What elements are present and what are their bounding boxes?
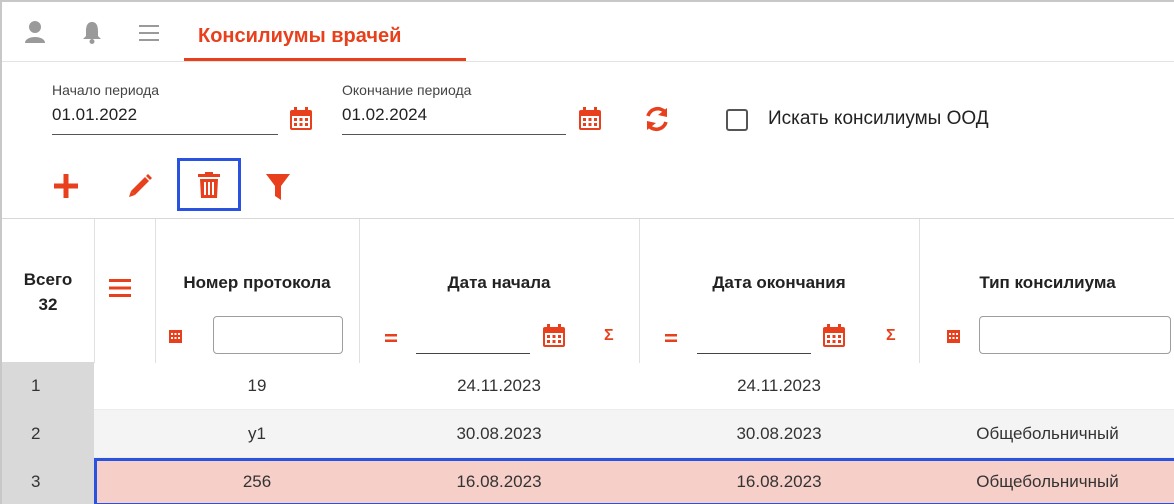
total-count: 32: [38, 295, 58, 314]
period-end-value[interactable]: 01.02.2024: [342, 105, 427, 125]
calendar-icon[interactable]: [578, 107, 602, 136]
cell-end-date: 16.08.2023: [736, 472, 822, 491]
table-row-selected[interactable]: 3 256 16.08.2023 16.08.2023 Общебольничн…: [2, 458, 1174, 504]
equals-operator-icon[interactable]: [385, 330, 397, 348]
tab-doctor-consiliums[interactable]: Консилиумы врачей: [184, 2, 466, 62]
total-counter: Всего 32: [2, 267, 94, 317]
period-end-field[interactable]: Окончание периода 01.02.2024: [342, 82, 566, 137]
filter-icon[interactable]: [266, 174, 290, 205]
add-icon[interactable]: [54, 174, 78, 203]
period-start-label: Начало периода: [52, 82, 160, 98]
search-ood-label[interactable]: Искать консилиумы ООД: [768, 108, 989, 130]
column-header-consilium-type[interactable]: Тип консилиума: [919, 273, 1174, 293]
period-end-underline: [342, 134, 566, 135]
calendar-icon[interactable]: [542, 324, 566, 353]
cell-consilium-type: Общебольничный: [976, 472, 1119, 491]
filter-operator-icon[interactable]: [169, 330, 182, 348]
sigma-icon[interactable]: Σ: [886, 327, 896, 345]
cell-protocol: 256: [242, 472, 272, 491]
equals-operator-icon[interactable]: [665, 330, 677, 348]
refresh-icon[interactable]: [644, 106, 670, 137]
cell-end-date: 30.08.2023: [736, 424, 822, 443]
period-start-underline: [52, 134, 278, 135]
table-row[interactable]: 2 у1 30.08.2023 30.08.2023 Общебольничны…: [2, 410, 1174, 458]
total-label: Всего: [23, 270, 73, 289]
table-row[interactable]: 1 19 24.11.2023 24.11.2023: [2, 362, 1174, 410]
row-number: 2: [2, 410, 94, 458]
search-ood-checkbox[interactable]: [726, 109, 748, 131]
cell-start-date: 16.08.2023: [456, 472, 542, 491]
end-date-filter-input[interactable]: [697, 353, 811, 354]
consilium-type-filter-input[interactable]: [979, 316, 1171, 354]
protocol-filter-input[interactable]: [213, 316, 343, 354]
app-window: Консилиумы врачей Начало периода 01.01.2…: [0, 0, 1174, 504]
active-tab-underline: [184, 58, 466, 61]
column-header-end-date[interactable]: Дата окончания: [639, 273, 919, 293]
cell-consilium-type: Общебольничный: [976, 424, 1119, 443]
bell-icon[interactable]: [82, 20, 102, 49]
column-divider: [94, 219, 95, 363]
filter-operator-icon[interactable]: [947, 330, 960, 348]
hamburger-menu-icon[interactable]: [139, 24, 159, 47]
tab-label: Консилиумы врачей: [198, 25, 402, 47]
consiliums-table: Всего 32 Номер протокола Дата начала Σ Д…: [2, 218, 1174, 504]
column-header-start-date[interactable]: Дата начала: [359, 273, 639, 293]
table-header: Всего 32 Номер протокола Дата начала Σ Д…: [2, 218, 1174, 363]
top-bar: Консилиумы врачей: [2, 2, 1174, 62]
cell-protocol: у1: [248, 424, 266, 443]
period-end-label: Окончание периода: [342, 82, 472, 98]
delete-trash-icon[interactable]: [198, 172, 220, 203]
start-date-filter-input[interactable]: [416, 353, 530, 354]
user-icon[interactable]: [24, 20, 46, 49]
row-number: 1: [2, 362, 94, 410]
sigma-icon[interactable]: Σ: [604, 327, 614, 345]
edit-pencil-icon[interactable]: [125, 172, 153, 205]
cell-start-date: 30.08.2023: [456, 424, 542, 443]
period-start-field[interactable]: Начало периода 01.01.2022: [52, 82, 278, 137]
cell-end-date: 24.11.2023: [737, 376, 821, 395]
column-header-protocol[interactable]: Номер протокола: [155, 273, 359, 293]
period-start-value[interactable]: 01.01.2022: [52, 105, 137, 125]
cell-start-date: 24.11.2023: [457, 376, 541, 395]
row-number: 3: [2, 458, 94, 504]
calendar-icon[interactable]: [289, 107, 313, 136]
calendar-icon[interactable]: [822, 324, 846, 353]
column-menu-icon[interactable]: [109, 279, 131, 302]
cell-protocol: 19: [247, 376, 267, 395]
